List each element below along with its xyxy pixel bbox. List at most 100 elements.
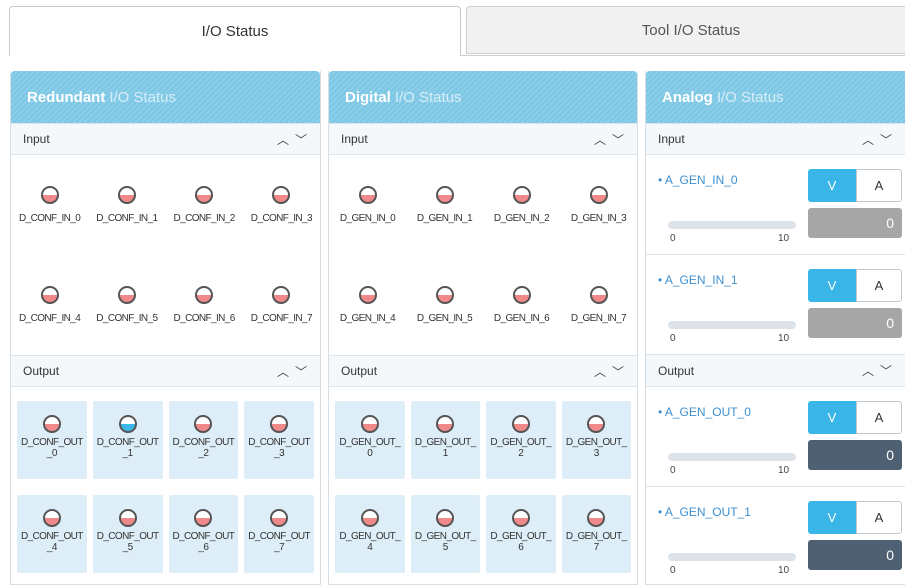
- digital-output-button[interactable]: D_CONF_OUT _2: [168, 401, 239, 479]
- lamp-icon: [587, 509, 606, 527]
- current-mode-button[interactable]: A: [856, 401, 902, 434]
- lamp-icon: [117, 286, 136, 304]
- lamp-icon: [589, 186, 608, 204]
- digital-output-button[interactable]: D_CONF_OUT _0: [17, 401, 87, 479]
- digital-output-button[interactable]: D_GEN_OUT_ 7: [561, 495, 631, 573]
- io-label-suffix: _4: [46, 542, 58, 553]
- value-slider: [668, 221, 796, 229]
- digital-output-button[interactable]: D_GEN_OUT_ 3: [561, 401, 631, 479]
- lamp-icon: [270, 415, 289, 433]
- voltage-mode-button[interactable]: V: [808, 401, 856, 434]
- digital-output-button[interactable]: D_CONF_OUT _6: [168, 495, 239, 573]
- chevron-up-icon[interactable]: ︿: [276, 131, 290, 148]
- digital-io-panel: Digital I/O Status Input ︿ ﹀ D_GEN_IN_0 D…: [328, 71, 638, 585]
- io-label-suffix: _0: [46, 448, 58, 459]
- tab-tool-io-status[interactable]: Tool I/O Status: [466, 6, 905, 54]
- slider-min: 0: [670, 233, 676, 244]
- chevron-down-icon[interactable]: ﹀: [879, 131, 893, 148]
- io-label-suffix: 0: [367, 448, 373, 459]
- lamp-icon: [512, 186, 531, 204]
- output-grid: D_GEN_OUT_ 0 D_GEN_OUT_ 1 D_GEN_OUT_ 2 D_GE…: [329, 387, 637, 573]
- slider-max: 10: [778, 565, 790, 576]
- io-label: D_GEN_IN_1: [416, 213, 473, 224]
- lamp-icon: [272, 186, 291, 204]
- section-label: Output: [341, 364, 378, 378]
- redundant-io-panel: Redundant I/O Status Input ︿ ﹀ D_CONF_IN_…: [10, 71, 321, 585]
- io-label: D_GEN_OUT_: [339, 437, 401, 448]
- chevron-up-icon[interactable]: ︿: [593, 131, 607, 148]
- current-mode-button[interactable]: A: [856, 501, 902, 534]
- chevron-down-icon[interactable]: ﹀: [611, 131, 625, 148]
- io-label: D_GEN_IN_4: [339, 313, 396, 324]
- current-mode-button[interactable]: A: [856, 169, 902, 202]
- lamp-icon: [117, 186, 136, 204]
- lamp-icon: [358, 186, 377, 204]
- digital-input: D_CONF_IN_1: [88, 155, 165, 255]
- digital-input: D_CONF_IN_6: [166, 255, 243, 355]
- digital-input: D_GEN_IN_0: [329, 155, 406, 255]
- panel-title-suffix: I/O Status: [716, 88, 784, 106]
- tab-io-status[interactable]: I/O Status: [9, 6, 461, 56]
- analog-input-row: • A_GEN_IN_0 V A 0 10 0: [646, 155, 905, 255]
- digital-input: D_GEN_IN_4: [329, 255, 406, 355]
- chevron-up-icon[interactable]: ︿: [593, 363, 607, 380]
- digital-output-button[interactable]: D_CONF_OUT _1: [92, 401, 163, 479]
- io-label: D_GEN_OUT_: [565, 531, 627, 542]
- digital-output-button[interactable]: D_CONF_OUT _7: [244, 495, 314, 573]
- chevron-up-icon[interactable]: ︿: [861, 131, 875, 148]
- lamp-icon: [358, 286, 377, 304]
- value-input[interactable]: 0: [808, 540, 902, 570]
- digital-input: D_GEN_IN_7: [560, 255, 637, 355]
- chevron-down-icon[interactable]: ﹀: [611, 363, 625, 380]
- io-label-suffix: _6: [198, 542, 209, 553]
- voltage-mode-button[interactable]: V: [808, 169, 856, 202]
- section-label: Output: [23, 364, 60, 378]
- digital-output-button[interactable]: D_GEN_OUT_ 5: [410, 495, 480, 573]
- digital-input: D_GEN_IN_3: [560, 155, 637, 255]
- io-label: D_GEN_OUT_: [490, 437, 552, 448]
- lamp-icon: [270, 509, 289, 527]
- digital-output-button[interactable]: D_GEN_OUT_ 2: [486, 401, 556, 479]
- value-input[interactable]: 0: [808, 440, 902, 470]
- input-grid: D_GEN_IN_0 D_GEN_IN_1 D_GEN_IN_2 D_GEN_I…: [329, 155, 637, 355]
- digital-output-button[interactable]: D_CONF_OUT _5: [92, 495, 163, 573]
- chevron-down-icon[interactable]: ﹀: [294, 131, 308, 148]
- io-label-suffix: _5: [122, 542, 134, 553]
- lamp-icon: [360, 509, 379, 527]
- lamp-icon: [118, 509, 137, 527]
- io-label-suffix: 7: [593, 542, 600, 553]
- chevron-up-icon[interactable]: ︿: [861, 362, 875, 379]
- lamp-icon: [436, 509, 455, 527]
- current-mode-button[interactable]: A: [856, 269, 902, 302]
- chevron-down-icon[interactable]: ﹀: [879, 362, 893, 379]
- digital-output-button[interactable]: D_GEN_OUT_ 4: [335, 495, 405, 573]
- value-slider[interactable]: [668, 453, 796, 461]
- chevron-up-icon[interactable]: ︿: [276, 363, 290, 380]
- io-label: D_GEN_IN_6: [493, 313, 550, 324]
- digital-output-button[interactable]: D_GEN_OUT_ 6: [486, 495, 556, 573]
- io-label: D_CONF_IN_4: [19, 313, 81, 324]
- slider-min: 0: [670, 565, 676, 576]
- section-label: Input: [23, 132, 50, 146]
- section-label: Output: [658, 363, 695, 378]
- digital-output-button[interactable]: D_CONF_OUT _3: [244, 401, 314, 479]
- io-label-suffix: _7: [274, 542, 285, 553]
- digital-output-button[interactable]: D_GEN_OUT_ 1: [410, 401, 480, 479]
- output-section-bar: Output ︿ ﹀: [11, 355, 320, 387]
- io-label: D_GEN_IN_7: [570, 313, 627, 324]
- digital-output-button[interactable]: D_GEN_OUT_ 0: [335, 401, 405, 479]
- panel-header: Analog I/O Status: [646, 71, 905, 123]
- lamp-icon: [195, 186, 214, 204]
- digital-output-button[interactable]: D_CONF_OUT _4: [17, 495, 87, 573]
- voltage-mode-button[interactable]: V: [808, 501, 856, 534]
- value-slider[interactable]: [668, 553, 796, 561]
- digital-input: D_CONF_IN_7: [243, 255, 320, 355]
- voltage-mode-button[interactable]: V: [808, 269, 856, 302]
- io-label: D_CONF_OUT: [172, 531, 235, 542]
- lamp-icon: [42, 415, 61, 433]
- chevron-down-icon[interactable]: ﹀: [294, 363, 308, 380]
- io-label-suffix: 3: [593, 448, 600, 459]
- lamp-icon: [42, 509, 61, 527]
- lamp-icon: [589, 286, 608, 304]
- io-label: D_GEN_IN_2: [493, 213, 550, 224]
